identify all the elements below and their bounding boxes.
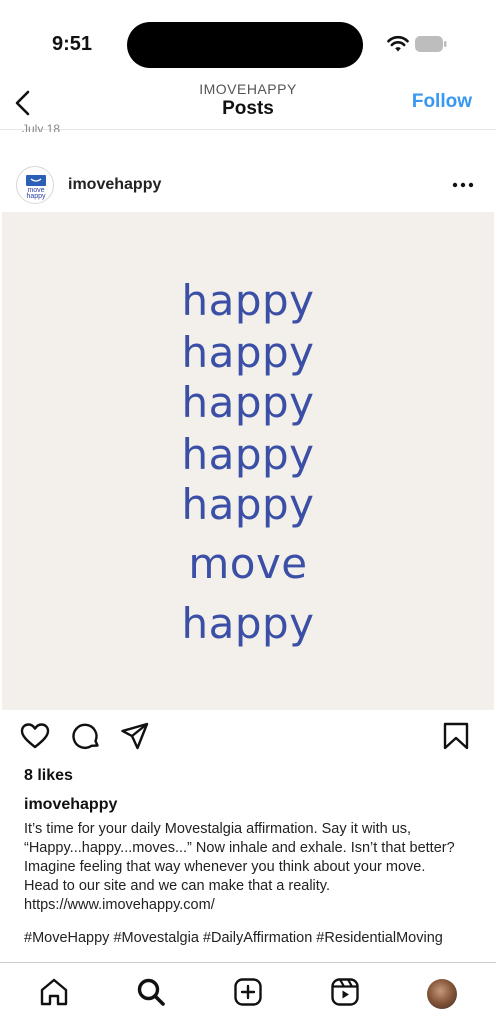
image-word: move bbox=[188, 539, 308, 588]
battery-icon bbox=[415, 36, 447, 52]
post-username[interactable]: imovehappy bbox=[68, 176, 161, 194]
profile-avatar[interactable] bbox=[427, 979, 457, 1009]
caption-line: “Happy...happy...moves...” Now inhale an… bbox=[24, 840, 455, 856]
status-time: 9:51 bbox=[52, 33, 93, 55]
image-word: happy bbox=[181, 430, 315, 479]
caption-username[interactable]: imovehappy bbox=[24, 796, 117, 814]
post-header: move happy imovehappy bbox=[0, 158, 496, 212]
nav-header: IMOVEHAPPY Posts Follow bbox=[0, 78, 496, 130]
post-actions bbox=[0, 718, 496, 758]
caption-line: Head to our site and we can make that a … bbox=[24, 878, 331, 894]
image-word: happy bbox=[181, 328, 315, 377]
avatar-logo-text: move happy bbox=[26, 187, 46, 200]
dynamic-island bbox=[127, 22, 363, 68]
bookmark-icon[interactable] bbox=[441, 721, 471, 751]
reels-icon[interactable] bbox=[330, 977, 360, 1007]
wifi-icon bbox=[387, 35, 409, 52]
logo-icon bbox=[26, 175, 46, 186]
image-word: happy bbox=[181, 480, 315, 529]
follow-button[interactable]: Follow bbox=[412, 91, 472, 113]
avatar[interactable]: move happy bbox=[16, 166, 54, 204]
search-icon[interactable] bbox=[136, 977, 166, 1007]
more-icon[interactable] bbox=[452, 182, 474, 188]
post-image[interactable]: happy happy happy happy happy move happy bbox=[2, 212, 494, 710]
caption-line: Imagine feeling that way whenever you th… bbox=[24, 859, 426, 875]
home-icon[interactable] bbox=[39, 977, 69, 1007]
share-icon[interactable] bbox=[120, 721, 150, 751]
hashtags[interactable]: #MoveHappy #Movestalgia #DailyAffirmatio… bbox=[24, 930, 494, 946]
comment-icon[interactable] bbox=[71, 721, 101, 751]
image-word: happy bbox=[181, 378, 315, 427]
caption-line: It’s time for your daily Movestalgia aff… bbox=[24, 821, 412, 837]
caption-link[interactable]: https://www.imovehappy.com/ bbox=[24, 896, 486, 915]
caption-text: It’s time for your daily Movestalgia aff… bbox=[24, 820, 486, 915]
image-word: happy bbox=[181, 599, 315, 648]
create-icon[interactable] bbox=[233, 977, 263, 1007]
previous-post-date: July 18 bbox=[22, 122, 61, 132]
image-word: happy bbox=[181, 276, 315, 325]
heart-icon[interactable] bbox=[20, 721, 50, 751]
status-bar: 9:51 bbox=[0, 0, 496, 80]
tab-bar bbox=[0, 962, 496, 1012]
likes-count[interactable]: 8 likes bbox=[24, 767, 73, 785]
